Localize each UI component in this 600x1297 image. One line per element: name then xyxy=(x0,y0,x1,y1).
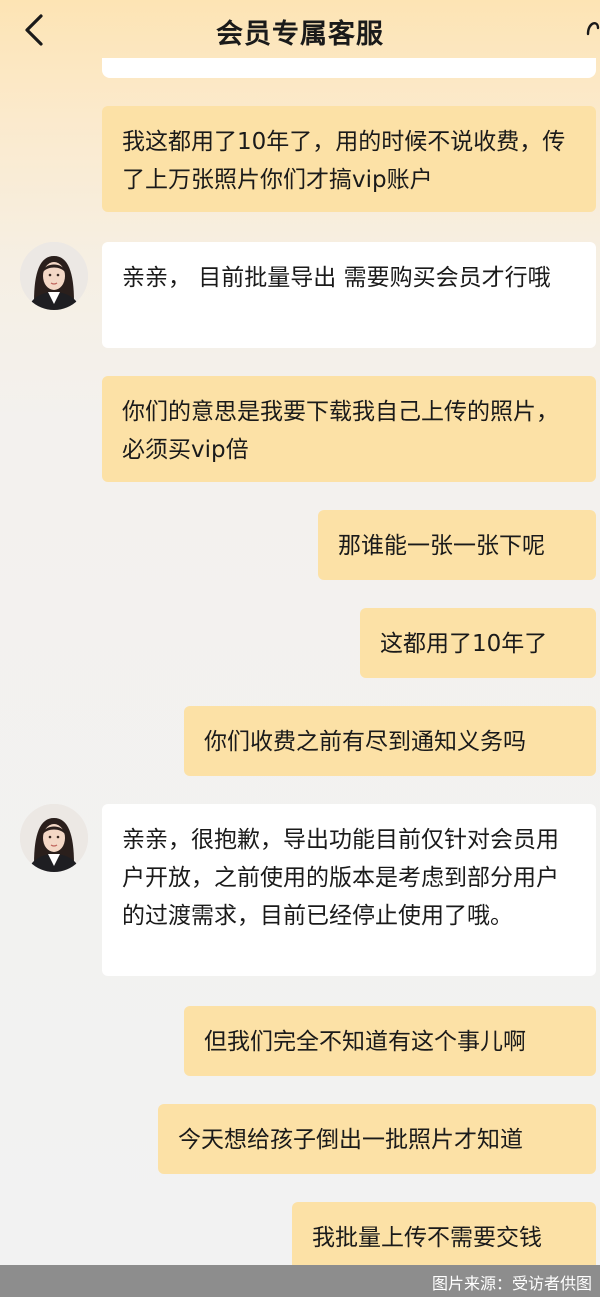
message-text: 我批量上传不需要交钱 xyxy=(312,1225,542,1251)
message-bubble-user: 我批量上传不需要交钱 xyxy=(292,1202,596,1272)
message-bubble-user: 这都用了10年了 xyxy=(360,608,596,678)
image-source-caption: 图片来源：受访者供图 xyxy=(431,1274,592,1293)
message-bubble-user: 你们的意思是我要下载我自己上传的照片，必须买vip倍 xyxy=(102,376,596,482)
message-text: 那谁能一张一张下呢 xyxy=(338,533,545,559)
agent-avatar-icon xyxy=(20,242,88,310)
avatar[interactable] xyxy=(20,242,88,310)
page-title: 会员专属客服 xyxy=(216,19,384,50)
more-icon[interactable] xyxy=(584,14,600,38)
message-bubble-user: 你们收费之前有尽到通知义务吗 xyxy=(184,706,596,776)
previous-message-edge xyxy=(102,58,596,78)
message-text: 亲亲，很抱歉，导出功能目前仅针对会员用户开放，之前使用的版本是考虑到部分用户的过… xyxy=(122,827,559,929)
message-bubble-user: 但我们完全不知道有这个事儿啊 xyxy=(184,1006,596,1076)
message-text: 今天想给孩子倒出一批照片才知道 xyxy=(178,1127,523,1153)
message-text: 你们收费之前有尽到通知义务吗 xyxy=(204,729,526,755)
message-text: 亲亲， 目前批量导出 需要购买会员才行哦 xyxy=(122,265,551,291)
message-bubble-agent: 亲亲，很抱歉，导出功能目前仅针对会员用户开放，之前使用的版本是考虑到部分用户的过… xyxy=(102,804,596,976)
agent-avatar-icon xyxy=(20,804,88,872)
chat-header: 会员专属客服 xyxy=(0,0,600,60)
message-text: 你们的意思是我要下载我自己上传的照片，必须买vip倍 xyxy=(122,399,559,463)
message-text: 我这都用了10年了，用的时候不说收费，传了上万张照片你们才搞vip账户 xyxy=(122,129,566,193)
avatar[interactable] xyxy=(20,804,88,872)
image-caption-bar: 图片来源：受访者供图 xyxy=(0,1265,600,1297)
message-bubble-user: 我这都用了10年了，用的时候不说收费，传了上万张照片你们才搞vip账户 xyxy=(102,106,596,212)
message-text: 这都用了10年了 xyxy=(380,631,548,657)
message-bubble-user: 今天想给孩子倒出一批照片才知道 xyxy=(158,1104,596,1174)
message-bubble-agent: 亲亲， 目前批量导出 需要购买会员才行哦 xyxy=(102,242,596,348)
message-text: 但我们完全不知道有这个事儿啊 xyxy=(204,1029,526,1055)
message-bubble-user: 那谁能一张一张下呢 xyxy=(318,510,596,580)
